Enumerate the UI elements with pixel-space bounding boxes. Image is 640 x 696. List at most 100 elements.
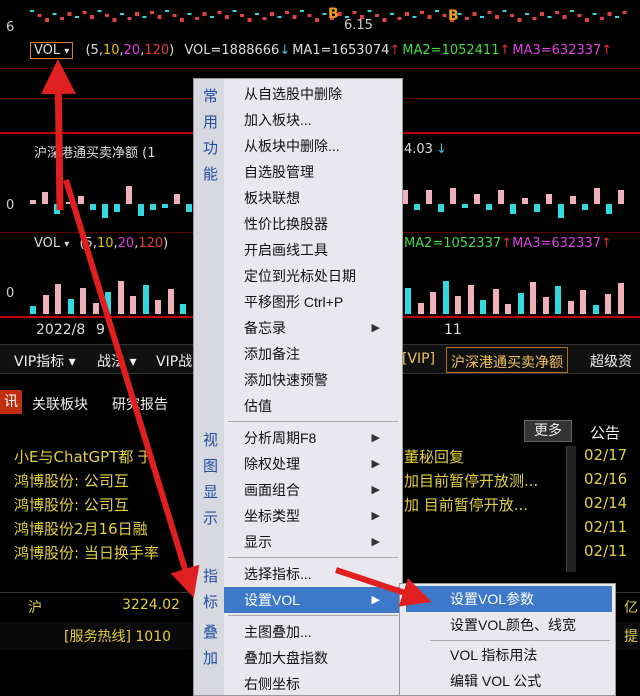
- menu-side-label: 显: [203, 484, 219, 501]
- vol-bar: [617, 283, 624, 314]
- menu-item-label: 分析周期F8: [244, 430, 317, 446]
- candle: [390, 13, 394, 15]
- menu-item[interactable]: 设置VOL ▶: [244, 587, 394, 613]
- menu-item-label: 显示: [244, 534, 272, 550]
- news-scrollbar[interactable]: [566, 446, 576, 572]
- menu-item[interactable]: 坐标类型 ▶: [244, 503, 394, 529]
- up-arrow-icon: ↑: [600, 236, 612, 251]
- menu-item[interactable]: 性价比换股器: [244, 211, 394, 237]
- menu-item[interactable]: 自选股管理: [244, 159, 394, 185]
- menu-item[interactable]: 画面组合 ▶: [244, 477, 394, 503]
- zero-axis-label: 0: [6, 198, 15, 213]
- vol-bar: [180, 304, 186, 314]
- menu-item[interactable]: 选择指标...: [244, 561, 394, 587]
- candle: [292, 15, 297, 19]
- news-item[interactable]: 鸿博股份: 当日换手率: [14, 542, 159, 566]
- menu-item[interactable]: 平移图形 Ctrl+P: [244, 289, 394, 315]
- tab-vip-battle[interactable]: VIP战: [156, 351, 192, 371]
- candle: [30, 10, 34, 12]
- candle: [255, 13, 259, 15]
- flow-bar: [414, 204, 420, 210]
- candle: [180, 18, 184, 22]
- news-item[interactable]: 鸿博股份: 公司互: [14, 494, 129, 518]
- flow-indicator-name[interactable]: 沪深港通买卖净额: [34, 146, 138, 161]
- vol-params-2: (5,10,20,120): [79, 236, 169, 251]
- menu-item[interactable]: 添加快速预警: [244, 367, 394, 393]
- candle: [52, 13, 57, 15]
- candle: [375, 14, 379, 17]
- vol-bar: [592, 305, 599, 314]
- vol-value: VOL=1888666: [184, 43, 280, 58]
- tab-vip-tag[interactable]: [VIP]: [402, 351, 435, 367]
- menu-item[interactable]: 定位到光标处日期: [244, 263, 394, 289]
- menu-item[interactable]: 除权处理 ▶: [244, 451, 394, 477]
- flow-bar: [618, 190, 624, 204]
- menu-item[interactable]: 备忘录 ▶: [244, 315, 394, 341]
- menu-item[interactable]: 加入板块...: [244, 107, 394, 133]
- menu-side-label: 标: [203, 594, 219, 611]
- candle: [262, 17, 267, 20]
- menu-item[interactable]: 板块联想: [244, 185, 394, 211]
- flow-bar: [570, 196, 576, 204]
- candle: [622, 11, 627, 14]
- flow-indicator-value: 4.03: [404, 142, 433, 157]
- flow-bar: [126, 186, 132, 204]
- flow-bar: [486, 204, 492, 210]
- flow-bar: [54, 204, 60, 214]
- info-tab-xun[interactable]: 讯: [0, 390, 22, 414]
- notice-tab[interactable]: 公告: [590, 422, 620, 443]
- candle: [90, 15, 94, 19]
- flow-bar: [474, 194, 480, 204]
- news-title: 鸿博股份: 当日换手率: [14, 544, 159, 562]
- flow-bar: [162, 204, 168, 208]
- menu-item[interactable]: 从自选股中删除: [244, 81, 394, 107]
- candle: [240, 14, 244, 17]
- submenu-item[interactable]: 设置VOL参数: [450, 586, 534, 612]
- vol-bar: [30, 306, 36, 314]
- hotline-text: [服务热线] 1010: [64, 629, 172, 645]
- news-title-tail: 加目前暂停开放测...: [404, 472, 539, 490]
- news-item[interactable]: 鸿博股份2月16日融: [14, 518, 148, 542]
- candle: [105, 14, 109, 17]
- vol-bar: [67, 299, 74, 314]
- vol-name-2[interactable]: VOL: [34, 236, 60, 251]
- flow-bar: [510, 204, 516, 214]
- menu-item[interactable]: 从板块中删除...: [244, 133, 394, 159]
- tab-super-fund[interactable]: 超级资: [590, 351, 632, 371]
- candle: [525, 13, 529, 15]
- submenu-item[interactable]: VOL 指标用法: [450, 642, 537, 668]
- news-item[interactable]: 鸿博股份: 公司互: [14, 470, 129, 494]
- chevron-right-icon: ▶: [371, 432, 380, 444]
- vol-bar: [580, 290, 586, 314]
- news-title-tail: 加 目前暂停开放...: [404, 496, 529, 514]
- chevron-down-icon[interactable]: ▾: [64, 239, 69, 250]
- vol-indicator-dropdown[interactable]: VOL ▾: [30, 42, 74, 59]
- chevron-right-icon: ▶: [371, 536, 380, 548]
- tab-vip-indicator[interactable]: VIP指标 ▾: [14, 351, 76, 371]
- submenu-item[interactable]: 设置VOL颜色、线宽: [450, 612, 576, 638]
- candle: [382, 18, 387, 22]
- vol-bar: [605, 294, 611, 314]
- submenu-item[interactable]: 编辑 VOL 公式: [450, 668, 541, 694]
- news-item[interactable]: 小E与ChatGPT都于: [14, 446, 152, 470]
- menu-item[interactable]: 分析周期F8 ▶: [244, 425, 394, 451]
- tab-flow[interactable]: 沪深港通买卖净额: [446, 347, 568, 373]
- more-button[interactable]: 更多: [524, 420, 572, 442]
- menu-item[interactable]: 开启画线工具: [244, 237, 394, 263]
- info-tab-research[interactable]: 研究报告: [112, 394, 168, 414]
- tab-strategy[interactable]: 战法 ▾: [97, 351, 136, 371]
- candle: [247, 18, 252, 22]
- menu-item-label: 性价比换股器: [244, 216, 328, 232]
- menu-item[interactable]: 显示 ▶: [244, 529, 394, 555]
- vol-bar: [130, 296, 136, 314]
- menu-item[interactable]: 叠加大盘指数: [244, 645, 394, 671]
- info-tab-related-sector[interactable]: 关联板块: [32, 394, 88, 414]
- menu-item[interactable]: 估值: [244, 393, 394, 419]
- flow-bar: [426, 190, 432, 204]
- flow-bar: [150, 204, 156, 210]
- candle: [210, 16, 214, 18]
- candle: [165, 10, 169, 12]
- menu-item[interactable]: 右侧坐标: [244, 671, 394, 696]
- menu-item[interactable]: 添加备注: [244, 341, 394, 367]
- menu-item[interactable]: 主图叠加...: [244, 619, 394, 645]
